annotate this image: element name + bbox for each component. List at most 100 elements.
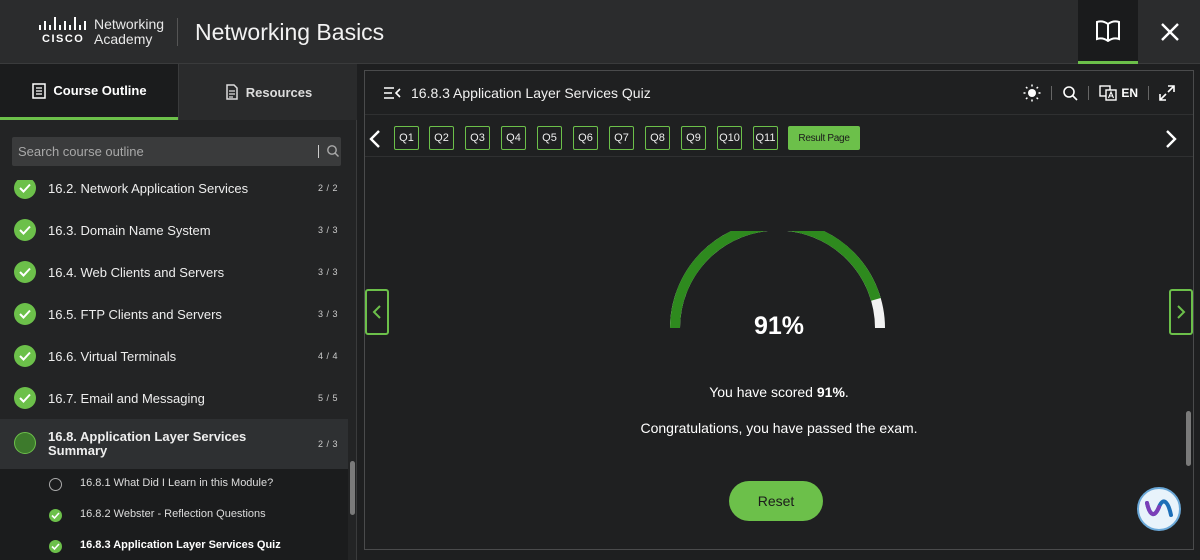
sub-item-16-8-2[interactable]: 16.8.2 Webster - Reflection Questions (0, 500, 348, 531)
sidebar-tabs: Course Outline Resources (0, 64, 357, 120)
header-icon-divider (1148, 86, 1149, 100)
checkmark-icon (14, 303, 36, 325)
course-sidebar: Course Outline Resources 16.2. Network A… (0, 64, 357, 560)
outline-item-label: 16.5. FTP Clients and Servers (48, 306, 222, 322)
cisco-wordmark: CISCO (42, 33, 85, 45)
checkmark-icon (14, 261, 36, 283)
score-message-suffix: . (844, 384, 849, 400)
quiz-header: 16.8.3 Application Layer Services Quiz E… (365, 71, 1193, 115)
question-button-q1[interactable]: Q1 (394, 126, 419, 150)
header-icon-divider (1051, 86, 1053, 100)
question-button-q5[interactable]: Q5 (537, 126, 562, 150)
course-title: Networking Basics (195, 19, 385, 45)
outline-item-16-2[interactable]: 16.2. Network Application Services 2 / 2 (0, 180, 348, 209)
collapse-menu-icon[interactable] (383, 86, 401, 100)
tab-resources-label: Resources (245, 84, 313, 100)
outline-item-16-5[interactable]: 16.5. FTP Clients and Servers 3 / 3 (0, 293, 348, 335)
outline-item-16-8[interactable]: 16.8. Application Layer Services Summary… (0, 419, 348, 469)
checkmark-icon (49, 509, 62, 522)
next-question-arrow-icon[interactable] (1165, 129, 1177, 149)
sidebar-scrollbar-thumb[interactable] (350, 461, 355, 515)
book-icon (1096, 19, 1120, 42)
outline-item-16-7[interactable]: 16.7. Email and Messaging 5 / 5 (0, 377, 348, 419)
top-bar: CISCO Networking Academy Networking Basi… (0, 0, 1200, 64)
question-button-q11[interactable]: Q11 (753, 126, 778, 150)
sidebar-scrollbar[interactable] (349, 180, 356, 560)
in-progress-icon (14, 432, 36, 454)
quiz-panel: 16.8.3 Application Layer Services Quiz E… (364, 70, 1194, 550)
question-button-q8[interactable]: Q8 (645, 126, 670, 150)
checkmark-icon (49, 540, 62, 553)
question-button-q6[interactable]: Q6 (573, 126, 598, 150)
outline-item-count: 2 / 2 (317, 183, 338, 193)
sub-item-label: 16.8.3 Application Layer Services Quiz (80, 539, 281, 551)
outline-icon (32, 82, 47, 99)
checkmark-icon (14, 345, 36, 367)
sub-item-label: 16.8.2 Webster - Reflection Questions (80, 508, 266, 520)
question-button-q7[interactable]: Q7 (609, 126, 634, 150)
logo-line-1: Networking (94, 16, 165, 32)
question-button-q3[interactable]: Q3 (465, 126, 490, 150)
outline-item-count: 5 / 5 (317, 393, 338, 403)
score-message-value: 91% (816, 384, 845, 400)
tab-course-outline-label: Course Outline (53, 83, 147, 98)
quiz-header-icons: EN (1023, 83, 1175, 103)
checkmark-icon (14, 180, 36, 199)
question-button-q4[interactable]: Q4 (501, 126, 526, 150)
cisco-networking-academy-logo[interactable]: CISCO Networking Academy (38, 16, 168, 48)
incomplete-icon (49, 478, 62, 491)
outline-item-label: 16.7. Email and Messaging (48, 390, 205, 406)
language-label[interactable]: EN (1121, 86, 1138, 100)
score-message-prefix: You have scored (709, 384, 817, 400)
webex-assistant-button[interactable] (1137, 487, 1181, 531)
outline-item-label: 16.8. Application Layer Services Summary (48, 429, 247, 458)
outline-item-count: 4 / 4 (317, 351, 338, 361)
translate-icon[interactable] (1099, 85, 1118, 101)
pass-message: Congratulations, you have passed the exa… (640, 420, 918, 436)
question-navigation: Q1 Q2 Q3 Q4 Q5 Q6 Q7 Q8 Q9 Q10 Q11 Resul… (365, 121, 1193, 157)
sub-item-label: 16.8.1 What Did I Learn in this Module? (80, 477, 274, 489)
reset-button[interactable]: Reset (729, 481, 823, 521)
tab-resources[interactable]: Resources (178, 64, 357, 120)
search-icon[interactable] (326, 144, 340, 158)
outline-item-count: 3 / 3 (317, 225, 338, 235)
question-button-q10[interactable]: Q10 (717, 126, 742, 150)
outline-item-label: 16.6. Virtual Terminals (48, 348, 177, 364)
tab-course-outline[interactable]: Course Outline (0, 64, 178, 120)
outline-item-count: 2 / 3 (317, 439, 338, 449)
outline-item-count: 3 / 3 (317, 267, 338, 277)
score-percentage: 91% (753, 312, 805, 340)
checkmark-icon (14, 219, 36, 241)
search-input[interactable] (12, 137, 302, 166)
score-message: You have scored 91%. (365, 384, 1193, 400)
result-page-button[interactable]: Result Page (788, 126, 860, 150)
sub-item-16-8-3[interactable]: 16.8.3 Application Layer Services Quiz (0, 531, 348, 560)
outline-item-label: 16.3. Domain Name System (48, 222, 211, 238)
sub-item-16-8-1[interactable]: 16.8.1 What Did I Learn in this Module? (0, 469, 348, 500)
close-button[interactable] (1140, 0, 1200, 64)
quiz-title: 16.8.3 Application Layer Services Quiz (411, 85, 651, 101)
outline-item-label: 16.4. Web Clients and Servers (48, 264, 225, 280)
brightness-icon[interactable] (1023, 84, 1041, 102)
previous-question-arrow-icon[interactable] (369, 129, 381, 149)
book-button[interactable] (1078, 0, 1138, 64)
cisco-bars-icon (39, 17, 86, 30)
logo-line-2: Academy (94, 31, 153, 47)
course-outline-list: 16.2. Network Application Services 2 / 2… (0, 180, 348, 560)
expand-icon[interactable] (1159, 85, 1175, 101)
document-icon (226, 84, 238, 100)
webex-icon (1145, 499, 1173, 517)
outline-item-16-6[interactable]: 16.6. Virtual Terminals 4 / 4 (0, 335, 348, 377)
question-button-q9[interactable]: Q9 (681, 126, 706, 150)
search-divider (318, 145, 319, 158)
question-button-q2[interactable]: Q2 (429, 126, 454, 150)
header-divider (177, 18, 178, 46)
quiz-scrollbar-thumb[interactable] (1186, 411, 1191, 466)
outline-item-count: 3 / 3 (317, 309, 338, 319)
outline-item-label: 16.2. Network Application Services (48, 180, 249, 196)
outline-item-16-3[interactable]: 16.3. Domain Name System 3 / 3 (0, 209, 348, 251)
header-icon-divider (1088, 86, 1090, 100)
outline-item-16-4[interactable]: 16.4. Web Clients and Servers 3 / 3 (0, 251, 348, 293)
search-icon[interactable] (1062, 85, 1078, 101)
search-box (12, 137, 341, 166)
